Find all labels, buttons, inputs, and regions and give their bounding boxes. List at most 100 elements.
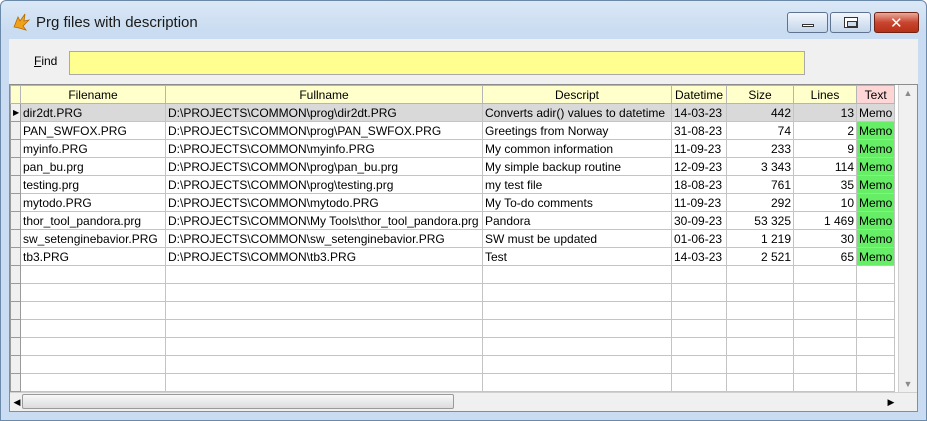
scroll-up-arrow-icon[interactable]: ▲ [899, 85, 917, 102]
cell-size[interactable]: 233 [726, 139, 794, 158]
find-input[interactable] [69, 51, 805, 75]
cell-filename[interactable]: sw_setenginebavior.PRG [20, 229, 166, 248]
cell-lines[interactable]: 1 469 [793, 211, 857, 230]
table-row[interactable]: testing.prg D:\PROJECTS\COMMON\prog\testi… [10, 175, 896, 194]
cell-lines[interactable]: 65 [793, 247, 857, 266]
cell-text[interactable]: Memo [855, 193, 896, 212]
table-row[interactable]: tb3.PRG D:\PROJECTS\COMMON\tb3.PRG Test 14-… [10, 247, 896, 266]
cell-size[interactable]: 53 325 [726, 211, 794, 230]
horizontal-scrollbar[interactable]: ◀ ▶ [10, 392, 917, 411]
row-selector[interactable] [10, 229, 21, 248]
cell-lines[interactable]: 30 [793, 229, 857, 248]
cell-filename[interactable]: PAN_SWFOX.PRG [20, 121, 166, 140]
cell-lines[interactable]: 114 [793, 157, 857, 176]
cell-datetime[interactable]: 14-03-23 [671, 247, 727, 266]
cell-descript[interactable]: SW must be updated [482, 229, 672, 248]
table-row[interactable]: ▶ dir2dt.PRG D:\PROJECTS\COMMON\prog\dir2d… [10, 103, 896, 122]
table-row[interactable]: myinfo.PRG D:\PROJECTS\COMMON\myinfo.PRG M… [10, 139, 896, 158]
cell-fullname[interactable]: D:\PROJECTS\COMMON\mytodo.PRG [165, 193, 483, 212]
cell-datetime[interactable]: 12-09-23 [671, 157, 727, 176]
cell-descript[interactable]: Test [482, 247, 672, 266]
cell-fullname[interactable]: D:\PROJECTS\COMMON\My Tools\thor_tool_pa… [165, 211, 483, 230]
row-selector[interactable] [10, 247, 21, 266]
table-row[interactable]: pan_bu.prg D:\PROJECTS\COMMON\prog\pan_bu… [10, 157, 896, 176]
horizontal-scroll-thumb[interactable] [22, 394, 454, 409]
cell-lines[interactable]: 10 [793, 193, 857, 212]
cell-fullname[interactable]: D:\PROJECTS\COMMON\myinfo.PRG [165, 139, 483, 158]
table-row[interactable]: mytodo.PRG D:\PROJECTS\COMMON\mytodo.PRG M… [10, 193, 896, 212]
cell-datetime[interactable]: 18-08-23 [671, 175, 727, 194]
cell-filename[interactable]: mytodo.PRG [20, 193, 166, 212]
cell-descript[interactable]: My simple backup routine [482, 157, 672, 176]
cell-text[interactable]: Memo [855, 103, 896, 122]
row-selector[interactable] [10, 139, 21, 158]
cell-descript[interactable]: Greetings from Norway [482, 121, 672, 140]
maximize-button[interactable] [830, 12, 871, 33]
row-selector[interactable] [10, 121, 21, 140]
cell-size[interactable]: 2 521 [726, 247, 794, 266]
column-header-descript[interactable]: Descript [482, 85, 672, 104]
cell-text[interactable]: Memo [855, 175, 896, 194]
cell-size[interactable]: 1 219 [726, 229, 794, 248]
cell-descript[interactable]: Pandora [482, 211, 672, 230]
cell-descript[interactable]: My To-do comments [482, 193, 672, 212]
cell-fullname[interactable]: D:\PROJECTS\COMMON\prog\PAN_SWFOX.PRG [165, 121, 483, 140]
cell-text[interactable]: Memo [855, 121, 896, 140]
cell-size[interactable]: 74 [726, 121, 794, 140]
cell-filename[interactable]: dir2dt.PRG [20, 103, 166, 122]
cell-fullname[interactable]: D:\PROJECTS\COMMON\sw_setenginebavior.PR… [165, 229, 483, 248]
cell-filename[interactable]: myinfo.PRG [20, 139, 166, 158]
cell-fullname[interactable]: D:\PROJECTS\COMMON\prog\pan_bu.prg [165, 157, 483, 176]
cell-text[interactable]: Memo [855, 211, 896, 230]
table-row[interactable]: PAN_SWFOX.PRG D:\PROJECTS\COMMON\prog\PAN… [10, 121, 896, 140]
cell-datetime[interactable]: 11-09-23 [671, 139, 727, 158]
close-button[interactable]: ✕ [874, 12, 919, 33]
row-selector[interactable]: ▶ [10, 103, 21, 122]
minimize-button[interactable] [787, 12, 828, 33]
column-header-size[interactable]: Size [726, 85, 794, 104]
column-header-lines[interactable]: Lines [793, 85, 857, 104]
scroll-right-arrow-icon[interactable]: ▶ [884, 393, 898, 411]
scroll-down-arrow-icon[interactable]: ▼ [899, 376, 917, 393]
cell-size[interactable]: 3 343 [726, 157, 794, 176]
cell-text[interactable]: Memo [855, 229, 896, 248]
cell-filename[interactable]: thor_tool_pandora.prg [20, 211, 166, 230]
cell-filename[interactable]: testing.prg [20, 175, 166, 194]
cell-size[interactable]: 292 [726, 193, 794, 212]
row-selector[interactable] [10, 157, 21, 176]
cell-text[interactable]: Memo [855, 139, 896, 158]
cell-filename[interactable]: tb3.PRG [20, 247, 166, 266]
cell-lines[interactable]: 2 [793, 121, 857, 140]
title-bar[interactable]: Prg files with description ✕ [1, 1, 926, 39]
cell-descript[interactable]: My common information [482, 139, 672, 158]
cell-descript[interactable]: my test file [482, 175, 672, 194]
cell-size[interactable]: 442 [726, 103, 794, 122]
cell-datetime[interactable]: 14-03-23 [671, 103, 727, 122]
table-row[interactable]: thor_tool_pandora.prg D:\PROJECTS\COMMON\… [10, 211, 896, 230]
column-header-fullname[interactable]: Fullname [165, 85, 483, 104]
cell-descript[interactable]: Converts adir() values to datetime [482, 103, 672, 122]
row-selector[interactable] [10, 211, 21, 230]
cell-fullname[interactable]: D:\PROJECTS\COMMON\tb3.PRG [165, 247, 483, 266]
cell-datetime[interactable]: 11-09-23 [671, 193, 727, 212]
cell-lines[interactable]: 35 [793, 175, 857, 194]
cell-size[interactable]: 761 [726, 175, 794, 194]
cell-text[interactable]: Memo [855, 157, 896, 176]
vertical-scrollbar[interactable]: ▲ ▼ [898, 85, 917, 393]
cell-datetime[interactable]: 30-09-23 [671, 211, 727, 230]
files-grid[interactable]: Filename Fullname Descript Datetime Size… [9, 84, 918, 412]
cell-datetime[interactable]: 01-06-23 [671, 229, 727, 248]
column-header-text[interactable]: Text [855, 85, 896, 104]
column-header-datetime[interactable]: Datetime [671, 85, 727, 104]
cell-lines[interactable]: 13 [793, 103, 857, 122]
cell-lines[interactable]: 9 [793, 139, 857, 158]
cell-filename[interactable]: pan_bu.prg [20, 157, 166, 176]
row-selector[interactable] [10, 193, 21, 212]
cell-fullname[interactable]: D:\PROJECTS\COMMON\prog\testing.prg [165, 175, 483, 194]
row-selector[interactable] [10, 175, 21, 194]
cell-datetime[interactable]: 31-08-23 [671, 121, 727, 140]
cell-text[interactable]: Memo [855, 247, 896, 266]
cell-fullname[interactable]: D:\PROJECTS\COMMON\prog\dir2dt.PRG [165, 103, 483, 122]
column-header-filename[interactable]: Filename [20, 85, 166, 104]
table-row[interactable]: sw_setenginebavior.PRG D:\PROJECTS\COMMON… [10, 229, 896, 248]
